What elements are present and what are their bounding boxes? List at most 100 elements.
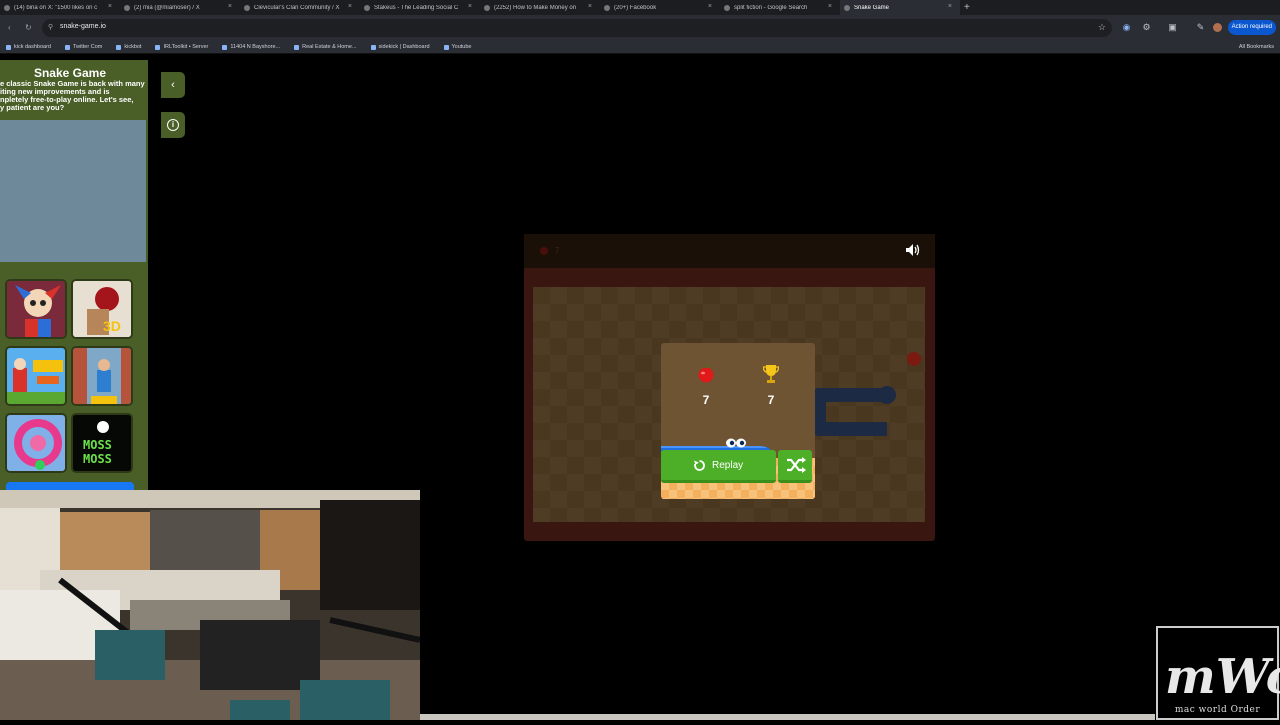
- game-thumbnail-moss-moss[interactable]: MOSS MOSS: [71, 413, 133, 473]
- browser-tab[interactable]: (20+) Facebook ×: [600, 0, 720, 15]
- close-tab-icon[interactable]: ×: [348, 3, 352, 10]
- svg-text:MOSS: MOSS: [83, 452, 112, 466]
- tab-favicon-icon: [124, 4, 130, 11]
- browser-tab[interactable]: (2252) How to Make Money on ×: [480, 0, 600, 15]
- sidebar-description: e classic Snake Game is back with many i…: [0, 79, 145, 112]
- close-tab-icon[interactable]: ×: [228, 3, 232, 10]
- tab-title: Snake Game: [854, 4, 890, 11]
- bookmark-item[interactable]: 11404 N Bayshore...: [222, 44, 280, 50]
- game-thumbnail-spiral-ball[interactable]: [5, 413, 67, 473]
- site-info-icon[interactable]: ⚲: [48, 23, 53, 31]
- browser-tab[interactable]: Stakeus - The Leading Social C ×: [360, 0, 480, 15]
- trophy-icon: [763, 365, 779, 383]
- game-thumbnail-pomni[interactable]: [5, 279, 67, 339]
- close-tab-icon[interactable]: ×: [708, 3, 712, 10]
- browser-tab[interactable]: (14) bina on X: "1500 likes on c ×: [0, 0, 120, 15]
- sidepanel-icon[interactable]: ▣: [1168, 23, 1177, 32]
- settings-icon[interactable]: ⚙: [1142, 23, 1151, 32]
- back-icon[interactable]: ‹: [8, 23, 11, 32]
- tab-title: Clevicular's Clan Community / X: [254, 4, 340, 11]
- shuffle-button[interactable]: [778, 450, 812, 483]
- game-thumbnail-runner[interactable]: [71, 346, 133, 406]
- info-button[interactable]: i: [161, 112, 185, 138]
- tab-favicon-icon: [484, 4, 490, 11]
- address-bar[interactable]: ⚲ snake-game.io ☆: [42, 19, 1112, 37]
- close-tab-icon[interactable]: ×: [828, 3, 832, 10]
- tab-title: (20+) Facebook: [614, 4, 657, 11]
- browser-tab[interactable]: split fiction - Google Search ×: [720, 0, 840, 15]
- bookmark-label: kickbot: [124, 44, 142, 50]
- webcam-overlay: [0, 490, 420, 720]
- shuffle-icon: [787, 457, 806, 473]
- bookmark-label: IRLToolkit • Server: [163, 44, 209, 50]
- bookmark-favicon-icon: [294, 44, 300, 50]
- bookmark-item[interactable]: IRLToolkit • Server: [155, 44, 208, 50]
- svg-text:mWo: mWo: [1165, 649, 1280, 705]
- bookmark-label: Youtube: [451, 44, 472, 50]
- bookmark-item[interactable]: sidekick | Dashboard: [370, 44, 430, 50]
- tab-favicon-icon: [844, 4, 850, 11]
- game-header-bar: 7: [524, 234, 935, 268]
- browser-tab[interactable]: (2) mia (@miamoser) / X ×: [120, 0, 240, 15]
- tab-title: split fiction - Google Search: [734, 4, 808, 11]
- close-tab-icon[interactable]: ×: [948, 3, 952, 10]
- webcam-scene-image: [0, 490, 420, 720]
- extension-puzzle-icon[interactable]: ✎: [1196, 23, 1205, 32]
- score-value: 7: [702, 393, 710, 407]
- extension-icon[interactable]: ◉: [1122, 23, 1131, 32]
- browser-tab-strip: (14) bina on X: "1500 likes on c × (2) mia…: [0, 0, 1280, 15]
- action-required-button[interactable]: Action required: [1227, 20, 1276, 35]
- replay-button[interactable]: Replay: [661, 450, 776, 483]
- tab-favicon-icon: [244, 4, 250, 11]
- bookmark-label: 11404 N Bayshore...: [230, 44, 281, 50]
- snake-game-window: 7 7 7 Replay: [524, 234, 935, 541]
- info-icon: i: [167, 119, 179, 131]
- bookmark-favicon-icon: [443, 44, 449, 50]
- bookmark-item[interactable]: Real Estate & Home...: [294, 44, 357, 50]
- replay-label: Replay: [712, 460, 744, 471]
- bookmark-item[interactable]: kickbot: [116, 44, 141, 50]
- bookmark-label: Twitter Com: [73, 44, 103, 50]
- close-tab-icon[interactable]: ×: [108, 3, 112, 10]
- reload-icon[interactable]: ↻: [25, 23, 32, 32]
- bookmarks-bar: kick dashboard Twitter Com kickbot IRLToolk…: [0, 41, 1280, 54]
- bookmark-label: Real Estate & Home...: [302, 44, 357, 50]
- bookmark-favicon-icon: [116, 44, 122, 50]
- close-tab-icon[interactable]: ×: [588, 3, 592, 10]
- bookmark-favicon-icon: [370, 44, 376, 50]
- bookmark-favicon-icon: [155, 44, 161, 50]
- browser-toolbar: ‹ ↻ ⚲ snake-game.io ☆ ◉ ⚙ ▣ ✎ Action req…: [0, 15, 1280, 41]
- bookmark-item[interactable]: kick dashboard: [6, 44, 51, 50]
- bookmark-favicon-icon: [222, 44, 228, 50]
- browser-tab[interactable]: Snake Game ×: [840, 0, 960, 15]
- collapse-sidebar-button[interactable]: ‹: [161, 72, 185, 98]
- game-thumbnail-tung-sahur-3d[interactable]: 3D: [71, 279, 133, 339]
- game-board[interactable]: 7 7 Replay: [533, 287, 925, 522]
- sound-icon[interactable]: [905, 243, 921, 257]
- profile-avatar[interactable]: [1213, 23, 1222, 32]
- tab-title: (2252) How to Make Money on: [494, 4, 577, 11]
- all-bookmarks-button[interactable]: All Bookmarks: [1239, 44, 1274, 50]
- background-snake-icon: [812, 386, 896, 436]
- background-apple-icon: [907, 352, 921, 366]
- bookmark-label: sidekick | Dashboard: [378, 44, 430, 50]
- tab-title: (14) bina on X: "1500 likes on c: [14, 4, 98, 11]
- bookmark-star-icon[interactable]: ☆: [1098, 22, 1106, 33]
- ad-placeholder: [0, 120, 146, 262]
- header-score: 7: [555, 246, 560, 255]
- bookmark-item[interactable]: Youtube: [443, 44, 472, 50]
- bookmark-item[interactable]: Twitter Com: [65, 44, 102, 50]
- tab-favicon-icon: [364, 4, 370, 11]
- browser-tab[interactable]: Clevicular's Clan Community / X ×: [240, 0, 360, 15]
- new-tab-button[interactable]: +: [964, 2, 970, 13]
- tab-favicon-icon: [4, 4, 10, 11]
- sidebar-title: Snake Game: [33, 66, 107, 80]
- bookmark-favicon-icon: [6, 44, 11, 50]
- watermark-tagline: mac world Order: [1174, 705, 1261, 715]
- close-tab-icon[interactable]: ×: [468, 3, 472, 10]
- header-apple-icon: [540, 247, 548, 255]
- tab-title: Stakeus - The Leading Social C: [374, 4, 459, 11]
- taskbar-strip: [420, 714, 1155, 720]
- best-score-value: 7: [767, 393, 775, 407]
- game-thumbnail-blocky-world[interactable]: [5, 346, 67, 406]
